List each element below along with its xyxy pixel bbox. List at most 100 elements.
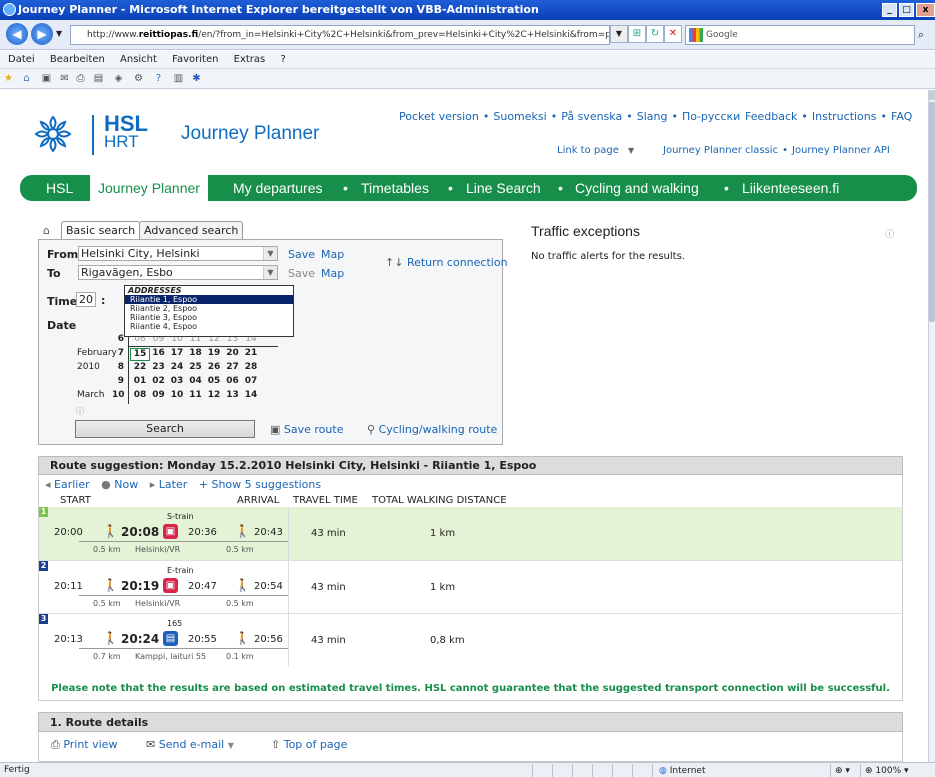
maximize-button[interactable]: □: [899, 3, 914, 17]
link-to-page[interactable]: Link to page ▼: [557, 145, 634, 156]
api-link[interactable]: Journey Planner API: [792, 145, 890, 156]
calendar-day[interactable]: 22: [130, 362, 150, 372]
calendar-day[interactable]: 25: [186, 362, 206, 372]
close-button[interactable]: x: [916, 3, 935, 17]
chevron-down-icon[interactable]: ▼: [263, 247, 277, 260]
instructions-link[interactable]: Instructions: [812, 110, 877, 123]
calendar-day[interactable]: 03: [167, 376, 187, 386]
route-row[interactable]: 3 165 20:13 🚶 20:24 ▤ 20:55 🚶 20:56 0.7 km Kamppi,…: [39, 613, 902, 667]
dropdown-option[interactable]: Riiantie 2, Espoo: [125, 304, 293, 313]
nav-liikenteeseen[interactable]: Liikenteeseen.fi: [742, 175, 839, 201]
top-of-page-link[interactable]: ⇧ Top of page: [271, 738, 347, 751]
menu-file[interactable]: Datei: [8, 54, 35, 65]
dropdown-option[interactable]: Riiantie 1, Espoo: [125, 295, 293, 304]
calendar-day[interactable]: 10: [167, 390, 187, 400]
calendar-day[interactable]: 04: [186, 376, 206, 386]
calendar-day[interactable]: 15: [130, 348, 150, 361]
tab-basic-search[interactable]: Basic search: [61, 221, 141, 240]
show-more-link[interactable]: + Show 5 suggestions: [199, 478, 321, 491]
dropdown-option[interactable]: Riiantie 3, Espoo: [125, 313, 293, 322]
calendar-day[interactable]: 09: [149, 390, 169, 400]
calendar-day[interactable]: 13: [223, 390, 243, 400]
info-icon[interactable]: ⓘ: [76, 406, 84, 417]
nav-hsl[interactable]: HSL: [46, 175, 73, 201]
nav-cycling-walking[interactable]: Cycling and walking: [575, 175, 699, 201]
home-icon[interactable]: ⌂: [43, 224, 50, 237]
suomeksi-link[interactable]: Suomeksi: [493, 110, 546, 123]
calendar-day[interactable]: 26: [204, 362, 224, 372]
route-row[interactable]: 1 S-train 20:00 🚶 20:08 ▣ 20:36 🚶 20:43 0.5 km Hel…: [39, 507, 902, 560]
tab-advanced-search[interactable]: Advanced search: [139, 221, 244, 240]
mail-icon[interactable]: ✉: [58, 72, 71, 85]
calendar-day[interactable]: 19: [204, 348, 224, 358]
favorites-star-icon[interactable]: ★: [2, 72, 15, 85]
calendar-day[interactable]: 06: [223, 376, 243, 386]
calendar-day[interactable]: 08: [130, 390, 150, 400]
info-icon[interactable]: ⓘ: [885, 227, 894, 240]
forward-button[interactable]: ▶: [31, 23, 53, 45]
calendar-day[interactable]: 07: [241, 376, 261, 386]
stop-icon[interactable]: ✕: [664, 25, 682, 43]
nav-my-departures[interactable]: My departures: [233, 175, 322, 201]
calendar-day[interactable]: 23: [149, 362, 169, 372]
earlier-link[interactable]: ◂ Earlier: [45, 478, 90, 491]
search-go-icon[interactable]: ⌕: [918, 28, 924, 42]
calendar-day[interactable]: 18: [186, 348, 206, 358]
url-dropdown-icon[interactable]: ▼: [610, 25, 628, 43]
scroll-thumb[interactable]: [929, 102, 935, 322]
russian-link[interactable]: По-русски: [682, 110, 740, 123]
calendar-day[interactable]: 11: [186, 390, 206, 400]
nav-line-search[interactable]: Line Search: [466, 175, 541, 201]
page-scrollbar[interactable]: [928, 90, 935, 762]
security-icon[interactable]: ⊕ ▾: [830, 764, 860, 777]
classic-link[interactable]: Journey Planner classic: [663, 145, 778, 156]
history-dropdown-icon[interactable]: ▼: [56, 29, 62, 38]
minimize-button[interactable]: _: [882, 3, 897, 17]
home-icon[interactable]: ⌂: [20, 72, 33, 85]
feedback-link[interactable]: Feedback: [745, 110, 797, 123]
calendar-day[interactable]: 24: [167, 362, 187, 372]
slang-link[interactable]: Slang: [637, 110, 668, 123]
calendar-day[interactable]: 02: [149, 376, 169, 386]
to-save-link[interactable]: Save: [288, 267, 315, 280]
print-icon[interactable]: ⎙: [74, 72, 87, 85]
bluetooth-icon[interactable]: ✱: [190, 72, 203, 85]
svenska-link[interactable]: På svenska: [561, 110, 622, 123]
nav-timetables[interactable]: Timetables: [361, 175, 429, 201]
cycling-route-link[interactable]: ⚲ Cycling/walking route: [367, 423, 497, 436]
dropdown-option[interactable]: Riiantie 4, Espoo: [125, 322, 293, 331]
search-input[interactable]: Google: [685, 25, 915, 45]
back-button[interactable]: ◀: [6, 23, 28, 45]
to-input[interactable]: Rigavägen, Esbo ▼: [78, 265, 278, 280]
save-route-link[interactable]: ▣ Save route: [270, 423, 343, 436]
refresh-icon[interactable]: ↻: [646, 25, 664, 43]
faq-link[interactable]: FAQ: [891, 110, 912, 123]
safety-icon[interactable]: ◈: [112, 72, 125, 85]
calendar-day[interactable]: 28: [241, 362, 261, 372]
menu-view[interactable]: Ansicht: [120, 54, 157, 65]
time-hour-input[interactable]: 20: [76, 292, 96, 307]
zoom-control[interactable]: ⊕ 100% ▾: [860, 764, 935, 777]
page-icon[interactable]: ▤: [92, 72, 105, 85]
help-icon[interactable]: ?: [152, 72, 165, 85]
compat-icon[interactable]: ⊞: [628, 25, 646, 43]
calendar-day[interactable]: 17: [167, 348, 187, 358]
from-save-link[interactable]: Save: [288, 248, 315, 261]
search-button[interactable]: Search: [75, 420, 255, 438]
from-map-link[interactable]: Map: [321, 248, 344, 261]
calendar-day[interactable]: 16: [149, 348, 169, 358]
nav-journey-planner[interactable]: Journey Planner: [90, 175, 208, 201]
calendar-day[interactable]: 14: [241, 390, 261, 400]
calendar-day[interactable]: 21: [241, 348, 261, 358]
later-link[interactable]: ▸ Later: [150, 478, 188, 491]
send-email-link[interactable]: ✉ Send e-mail ▼: [146, 738, 234, 751]
print-view-link[interactable]: ⎙ Print view: [51, 738, 117, 752]
feeds-icon[interactable]: ▣: [40, 72, 53, 85]
calendar-day[interactable]: 27: [223, 362, 243, 372]
route-row[interactable]: 2 E-train 20:11 🚶 20:19 ▣ 20:47 🚶 20:54 0.5 km Hel…: [39, 560, 902, 614]
to-map-link[interactable]: Map: [321, 267, 344, 280]
calendar-day[interactable]: 05: [204, 376, 224, 386]
tools-icon[interactable]: ⚙: [132, 72, 145, 85]
menu-favorites[interactable]: Favoriten: [172, 54, 218, 65]
now-link[interactable]: ● Now: [101, 478, 138, 491]
